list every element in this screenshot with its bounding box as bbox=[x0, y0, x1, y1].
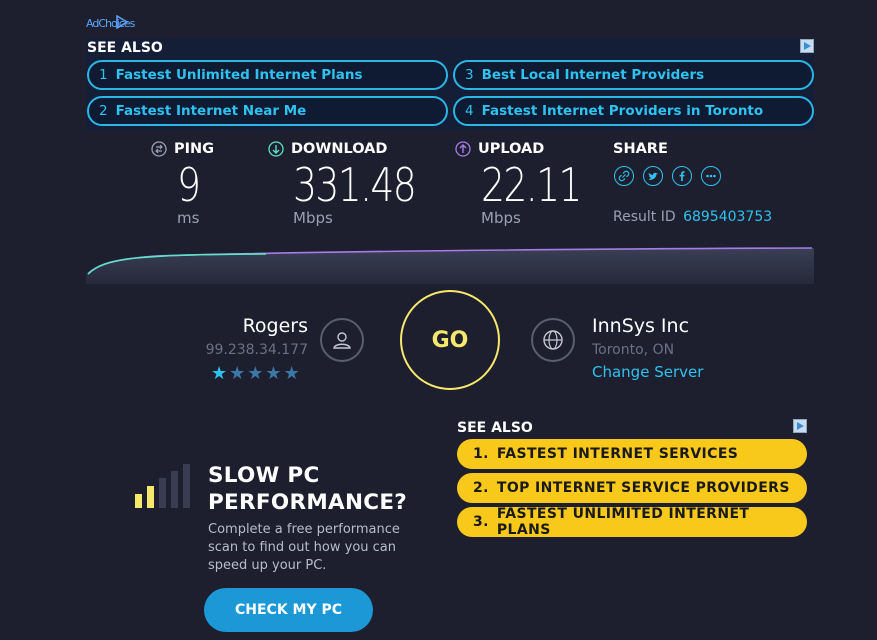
ping-icon bbox=[151, 141, 167, 157]
ad-link-number: 3 bbox=[465, 67, 474, 83]
promo-title: SLOW PC PERFORMANCE? bbox=[208, 462, 407, 516]
download-label: DOWNLOAD bbox=[291, 141, 388, 157]
server-name: InnSys Inc bbox=[592, 315, 690, 337]
user-icon bbox=[320, 318, 364, 362]
result-id-row: Result ID 6895403753 bbox=[613, 209, 772, 225]
ad-link-number: 2 bbox=[99, 103, 108, 119]
ad-close-icon[interactable] bbox=[800, 39, 814, 53]
ping-label: PING bbox=[174, 141, 215, 157]
ad-link-label: FASTEST UNLIMITED INTERNET PLANS bbox=[496, 506, 750, 538]
promo-body: Complete a free performance scan to find… bbox=[208, 522, 400, 573]
more-icon[interactable] bbox=[701, 166, 721, 186]
link-icon[interactable] bbox=[614, 166, 634, 186]
ad-yellow-link-2[interactable]: 2. TOP INTERNET SERVICE PROVIDERS bbox=[457, 473, 807, 503]
isp-rating[interactable]: ★★★★★ bbox=[211, 363, 302, 384]
ping-unit: ms bbox=[177, 209, 200, 227]
ad-close-icon-bottom[interactable] bbox=[793, 419, 807, 433]
ad-yellow-link-1[interactable]: 1. FASTEST INTERNET SERVICES bbox=[457, 439, 807, 469]
ad-yellow-link-3[interactable]: 3. FASTEST UNLIMITED INTERNET PLANS bbox=[457, 506, 807, 538]
result-id-label: Result ID bbox=[613, 209, 676, 225]
ad-link-number: 1 bbox=[99, 67, 108, 83]
graph-area bbox=[86, 248, 814, 284]
ad-link-3[interactable]: 3 Best Local Internet Providers bbox=[453, 60, 814, 90]
ad-link-label: FASTEST INTERNET SERVICES bbox=[496, 446, 739, 462]
ad-link-label: Best Local Internet Providers bbox=[481, 67, 705, 83]
ad-link-number: 3. bbox=[473, 514, 489, 530]
isp-ip: 99.238.34.177 bbox=[205, 342, 308, 358]
facebook-icon[interactable] bbox=[672, 166, 692, 186]
change-server-link[interactable]: Change Server bbox=[592, 363, 703, 381]
ad-link-label: TOP INTERNET SERVICE PROVIDERS bbox=[496, 480, 790, 496]
share-label: SHARE bbox=[613, 141, 668, 157]
see-also-heading-bottom: SEE ALSO bbox=[457, 420, 533, 436]
ad-link-4[interactable]: 4 Fastest Internet Providers in Toronto bbox=[453, 96, 814, 126]
signal-bars-icon bbox=[135, 464, 190, 508]
promo-title-line1: SLOW PC bbox=[208, 463, 320, 488]
rating-star-icon[interactable]: ★ bbox=[229, 363, 247, 384]
server-location: Toronto, ON bbox=[592, 342, 675, 358]
download-value: 331.48 bbox=[293, 158, 417, 212]
check-my-pc-button[interactable]: CHECK MY PC bbox=[204, 588, 373, 632]
ad-link-number: 1. bbox=[473, 446, 489, 462]
twitter-icon[interactable] bbox=[643, 166, 663, 186]
ping-value: 9 bbox=[177, 158, 201, 212]
rating-star-icon[interactable]: ★ bbox=[211, 363, 229, 384]
ad-link-number: 4 bbox=[465, 103, 474, 119]
upload-unit: Mbps bbox=[481, 209, 521, 227]
download-header: DOWNLOAD bbox=[268, 141, 387, 157]
see-also-heading: SEE ALSO bbox=[87, 40, 163, 56]
ad-link-number: 2. bbox=[473, 480, 489, 496]
ad-link-2[interactable]: 2 Fastest Internet Near Me bbox=[87, 96, 448, 126]
adchoices-label[interactable]: AdChoices bbox=[86, 15, 135, 30]
upload-icon bbox=[455, 141, 471, 157]
rating-star-icon[interactable]: ★ bbox=[247, 363, 265, 384]
ad-link-label: Fastest Unlimited Internet Plans bbox=[115, 67, 363, 83]
upload-label: UPLOAD bbox=[478, 141, 545, 157]
download-icon bbox=[268, 141, 284, 157]
ad-link-label: Fastest Internet Near Me bbox=[115, 103, 307, 119]
rating-star-icon[interactable]: ★ bbox=[265, 363, 283, 384]
upload-header: UPLOAD bbox=[455, 141, 544, 157]
globe-icon bbox=[531, 318, 575, 362]
rating-star-icon[interactable]: ★ bbox=[284, 363, 302, 384]
go-button[interactable]: GO bbox=[400, 290, 500, 390]
promo-title-line2: PERFORMANCE? bbox=[208, 490, 408, 515]
ad-link-label: Fastest Internet Providers in Toronto bbox=[481, 103, 764, 119]
upload-value: 22.11 bbox=[481, 158, 582, 212]
result-id-link[interactable]: 6895403753 bbox=[683, 209, 772, 225]
ping-header: PING bbox=[151, 141, 214, 157]
speed-graph bbox=[86, 247, 814, 284]
isp-name: Rogers bbox=[242, 315, 308, 337]
download-unit: Mbps bbox=[293, 209, 333, 227]
adchoices-icon bbox=[116, 15, 128, 29]
ad-link-1[interactable]: 1 Fastest Unlimited Internet Plans bbox=[87, 60, 448, 90]
